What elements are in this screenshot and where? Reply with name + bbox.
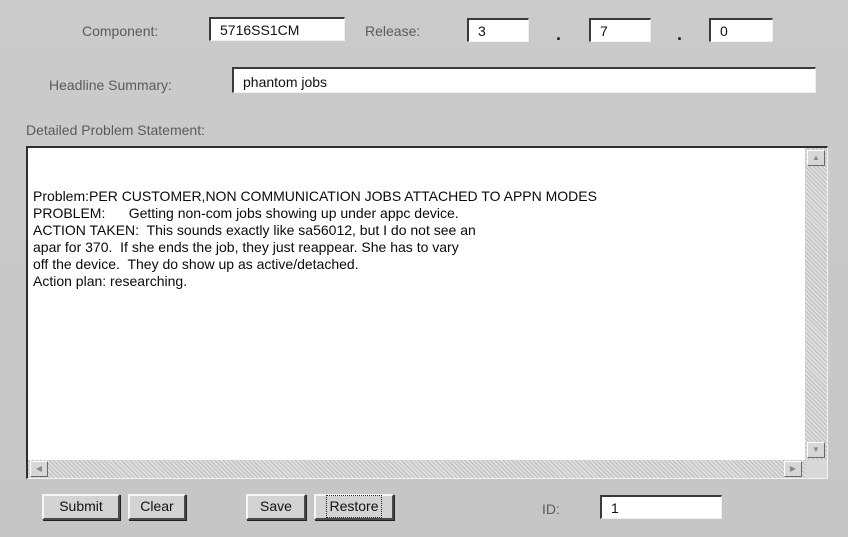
scroll-up-arrow-icon[interactable]: ▲ — [807, 150, 825, 166]
scroll-down-arrow-icon[interactable]: ▼ — [807, 442, 825, 458]
component-label: Component: — [82, 23, 159, 39]
save-button-label: Save — [260, 498, 292, 514]
component-field[interactable]: 5716SS1CM — [209, 17, 345, 41]
id-field[interactable]: 1 — [600, 495, 722, 519]
release-separator: . — [556, 24, 562, 44]
scroll-left-arrow-icon[interactable]: ◀ — [30, 461, 48, 477]
clear-button[interactable]: Clear — [128, 494, 186, 520]
release-patch-field[interactable]: 0 — [709, 18, 773, 42]
id-label: ID: — [542, 501, 560, 517]
restore-button[interactable]: Restore — [314, 494, 394, 520]
release-major-field[interactable]: 3 — [467, 18, 529, 42]
headline-summary-field[interactable]: phantom jobs — [232, 67, 816, 93]
release-minor-field[interactable]: 7 — [589, 18, 651, 42]
release-label: Release: — [365, 23, 421, 39]
vertical-scrollbar[interactable]: ▲ ▼ — [805, 148, 827, 460]
problem-report-form: Component: 5716SS1CM Release: 3 . 7 . 0 … — [0, 0, 848, 537]
submit-button[interactable]: Submit — [42, 494, 120, 520]
horizontal-scrollbar[interactable]: ◀ ▶ — [28, 460, 806, 478]
clear-button-label: Clear — [140, 498, 174, 514]
release-separator: . — [677, 24, 683, 44]
scroll-right-arrow-icon[interactable]: ▶ — [784, 461, 802, 477]
save-button[interactable]: Save — [246, 494, 306, 520]
detailed-problem-label: Detailed Problem Statement: — [26, 122, 205, 138]
detailed-problem-text: Problem:PER CUSTOMER,NON COMMUNICATION J… — [33, 188, 597, 289]
scrollbar-corner — [805, 460, 827, 478]
detailed-problem-textarea[interactable]: Problem:PER CUSTOMER,NON COMMUNICATION J… — [26, 146, 828, 479]
headline-summary-label: Headline Summary: — [49, 77, 172, 93]
restore-button-label: Restore — [326, 495, 382, 518]
submit-button-label: Submit — [59, 498, 103, 514]
